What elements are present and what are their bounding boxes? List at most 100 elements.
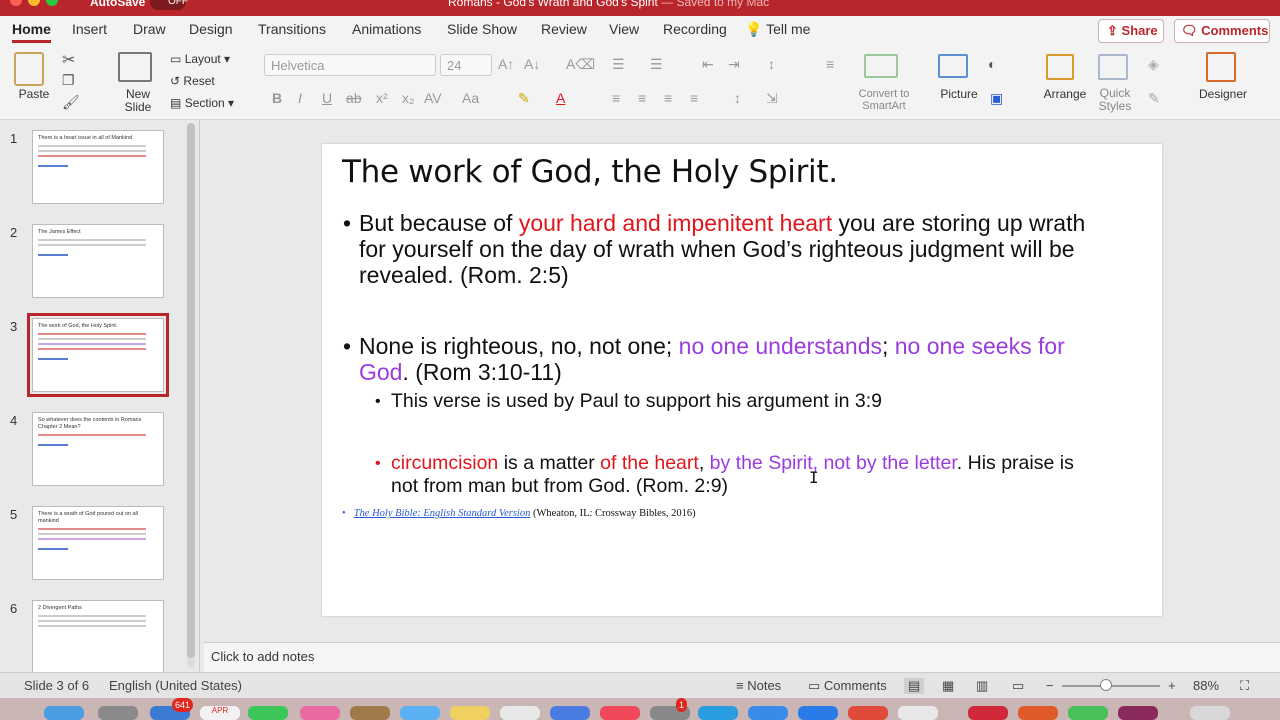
new-slide-label[interactable]: New Slide <box>112 88 164 114</box>
paste-label[interactable]: Paste <box>14 87 54 101</box>
notes-toggle[interactable]: ≡ Notes <box>736 678 781 693</box>
sub-bullet-1[interactable]: • This verse is used by Paul to support … <box>375 390 1141 413</box>
normal-view-icon[interactable]: ▤ <box>904 678 925 694</box>
safari-icon[interactable] <box>798 706 838 720</box>
scissors-icon[interactable]: ✂ <box>62 50 75 70</box>
slide-title[interactable]: The work of God, the Holy Spirit. <box>342 154 838 190</box>
change-case-icon[interactable]: Aa <box>462 90 479 106</box>
fit-to-window-icon[interactable]: ⛶ <box>1240 678 1249 694</box>
highlight-icon[interactable]: ✎ <box>518 90 530 107</box>
zoom-window-button[interactable] <box>46 0 58 6</box>
justify-icon[interactable]: ≡ <box>690 90 698 106</box>
slide-thumbnail-1[interactable]: There is a heart issue in all of Mankind <box>32 130 164 204</box>
slide-thumbnail-2[interactable]: The James Effect <box>32 224 164 298</box>
tab-slide-show[interactable]: Slide Show <box>447 21 517 37</box>
strikethrough-icon[interactable]: ab <box>346 90 362 106</box>
decrease-indent-icon[interactable]: ⇤ <box>702 56 714 73</box>
slide[interactable]: The work of God, the Holy Spirit. • But … <box>322 144 1162 616</box>
text-box-icon[interactable]: ▣ <box>990 90 1003 107</box>
tab-home[interactable]: Home <box>12 21 51 43</box>
app-icon[interactable] <box>748 706 788 720</box>
slide-sorter-icon[interactable]: ▦ <box>942 678 954 694</box>
tab-transitions[interactable]: Transitions <box>258 21 326 37</box>
window-controls[interactable] <box>10 0 64 9</box>
sub-bullet-2[interactable]: • circumcision is a matter of the heart,… <box>375 452 1151 498</box>
zoom-in-icon[interactable]: + <box>1168 678 1176 693</box>
app-icon[interactable] <box>1118 706 1158 720</box>
comments-toggle[interactable]: ▭ Comments <box>808 678 887 694</box>
font-size-select[interactable]: 24 <box>440 54 492 76</box>
quick-styles-label[interactable]: Quick Styles <box>1094 87 1136 113</box>
font-name-select[interactable]: Helvetica <box>264 54 436 76</box>
app-icon[interactable] <box>550 706 590 720</box>
grow-font-icon[interactable]: A↑ <box>498 56 514 72</box>
align-left-icon[interactable]: ≡ <box>612 90 620 106</box>
zoom-out-icon[interactable]: − <box>1046 678 1054 693</box>
superscript-icon[interactable]: x² <box>376 90 388 106</box>
tab-draw[interactable]: Draw <box>133 21 166 37</box>
finder-icon[interactable] <box>44 706 84 720</box>
close-window-button[interactable] <box>10 0 22 6</box>
tab-review[interactable]: Review <box>541 21 587 37</box>
notes-placeholder[interactable]: Click to add notes <box>211 649 314 664</box>
bullets-icon[interactable]: ☰ <box>612 56 625 73</box>
chrome-icon[interactable] <box>848 706 888 720</box>
section-button[interactable]: ▤ Section ▾ <box>170 96 234 110</box>
line-spacing-icon[interactable]: ↕ <box>768 56 775 72</box>
tab-design[interactable]: Design <box>189 21 233 37</box>
smartart-icon[interactable] <box>864 54 898 78</box>
slide-thumbnail-6[interactable]: 2 Divergent Paths <box>32 600 164 672</box>
photos-icon[interactable] <box>300 706 340 720</box>
underline-icon[interactable]: U <box>322 90 332 106</box>
align-right-icon[interactable]: ≡ <box>664 90 672 106</box>
launchpad-icon[interactable] <box>98 706 138 720</box>
app-icon[interactable] <box>400 706 440 720</box>
designer-label[interactable]: Designer <box>1196 87 1250 101</box>
app-icon[interactable] <box>698 706 738 720</box>
autosave-toggle[interactable]: OFF <box>150 0 188 10</box>
character-spacing-icon[interactable]: AV <box>424 90 442 106</box>
tell-me[interactable]: 💡 Tell me <box>745 21 810 38</box>
downloads-icon[interactable] <box>1068 706 1108 720</box>
clipboard-icon[interactable] <box>14 52 44 86</box>
slide-thumbnail-5[interactable]: There is a wrath of God poured out on al… <box>32 506 164 580</box>
text-direction-icon[interactable]: ↕ <box>734 90 741 106</box>
tab-recording[interactable]: Recording <box>663 21 727 37</box>
share-button[interactable]: ⇪ Share <box>1098 19 1164 43</box>
tab-insert[interactable]: Insert <box>72 21 107 37</box>
align-center-icon[interactable]: ≡ <box>638 90 646 106</box>
arrange-icon[interactable] <box>1046 54 1074 80</box>
stickies-icon[interactable] <box>450 706 490 720</box>
app-icon[interactable] <box>1018 706 1058 720</box>
tab-view[interactable]: View <box>609 21 639 37</box>
new-slide-icon[interactable] <box>118 52 152 82</box>
notes-app-icon[interactable] <box>350 706 390 720</box>
subscript-icon[interactable]: x₂ <box>402 90 414 106</box>
music-icon[interactable] <box>600 706 640 720</box>
shape-fill-icon[interactable]: ◈ <box>1148 56 1159 73</box>
numbering-icon[interactable]: ☰ <box>650 56 663 73</box>
increase-indent-icon[interactable]: ⇥ <box>728 56 740 73</box>
bullet-1[interactable]: • But because of your hard and impeniten… <box>343 210 1149 288</box>
copy-icon[interactable]: ❐ <box>62 72 75 89</box>
minimize-window-button[interactable] <box>28 0 40 6</box>
italic-icon[interactable]: I <box>298 90 302 106</box>
picture-icon[interactable] <box>938 54 968 78</box>
columns-icon[interactable]: ≡ <box>826 56 834 72</box>
zoom-level[interactable]: 88% <box>1193 678 1219 693</box>
thumbnails-scrollbar[interactable] <box>187 123 195 668</box>
picture-label[interactable]: Picture <box>934 87 984 101</box>
citation[interactable]: • The Holy Bible: English Standard Versio… <box>342 508 696 519</box>
language[interactable]: English (United States) <box>109 678 242 693</box>
comments-button[interactable]: 🗨 Comments <box>1174 19 1270 43</box>
shrink-font-icon[interactable]: A↓ <box>524 56 540 72</box>
slide-thumbnail-4[interactable]: So whatever does the contents in Romans … <box>32 412 164 486</box>
bullet-2[interactable]: • None is righteous, no, not one; no one… <box>343 333 1149 385</box>
slideshow-icon[interactable]: ▭ <box>1012 678 1024 694</box>
calendar-icon[interactable]: APR <box>200 706 240 720</box>
designer-icon[interactable] <box>1206 52 1236 82</box>
font-color-icon[interactable]: A <box>556 90 565 106</box>
app-icon[interactable] <box>898 706 938 720</box>
reset-button[interactable]: ↺ Reset <box>170 74 215 88</box>
convert-smartart-label[interactable]: Convert to SmartArt <box>850 88 918 112</box>
